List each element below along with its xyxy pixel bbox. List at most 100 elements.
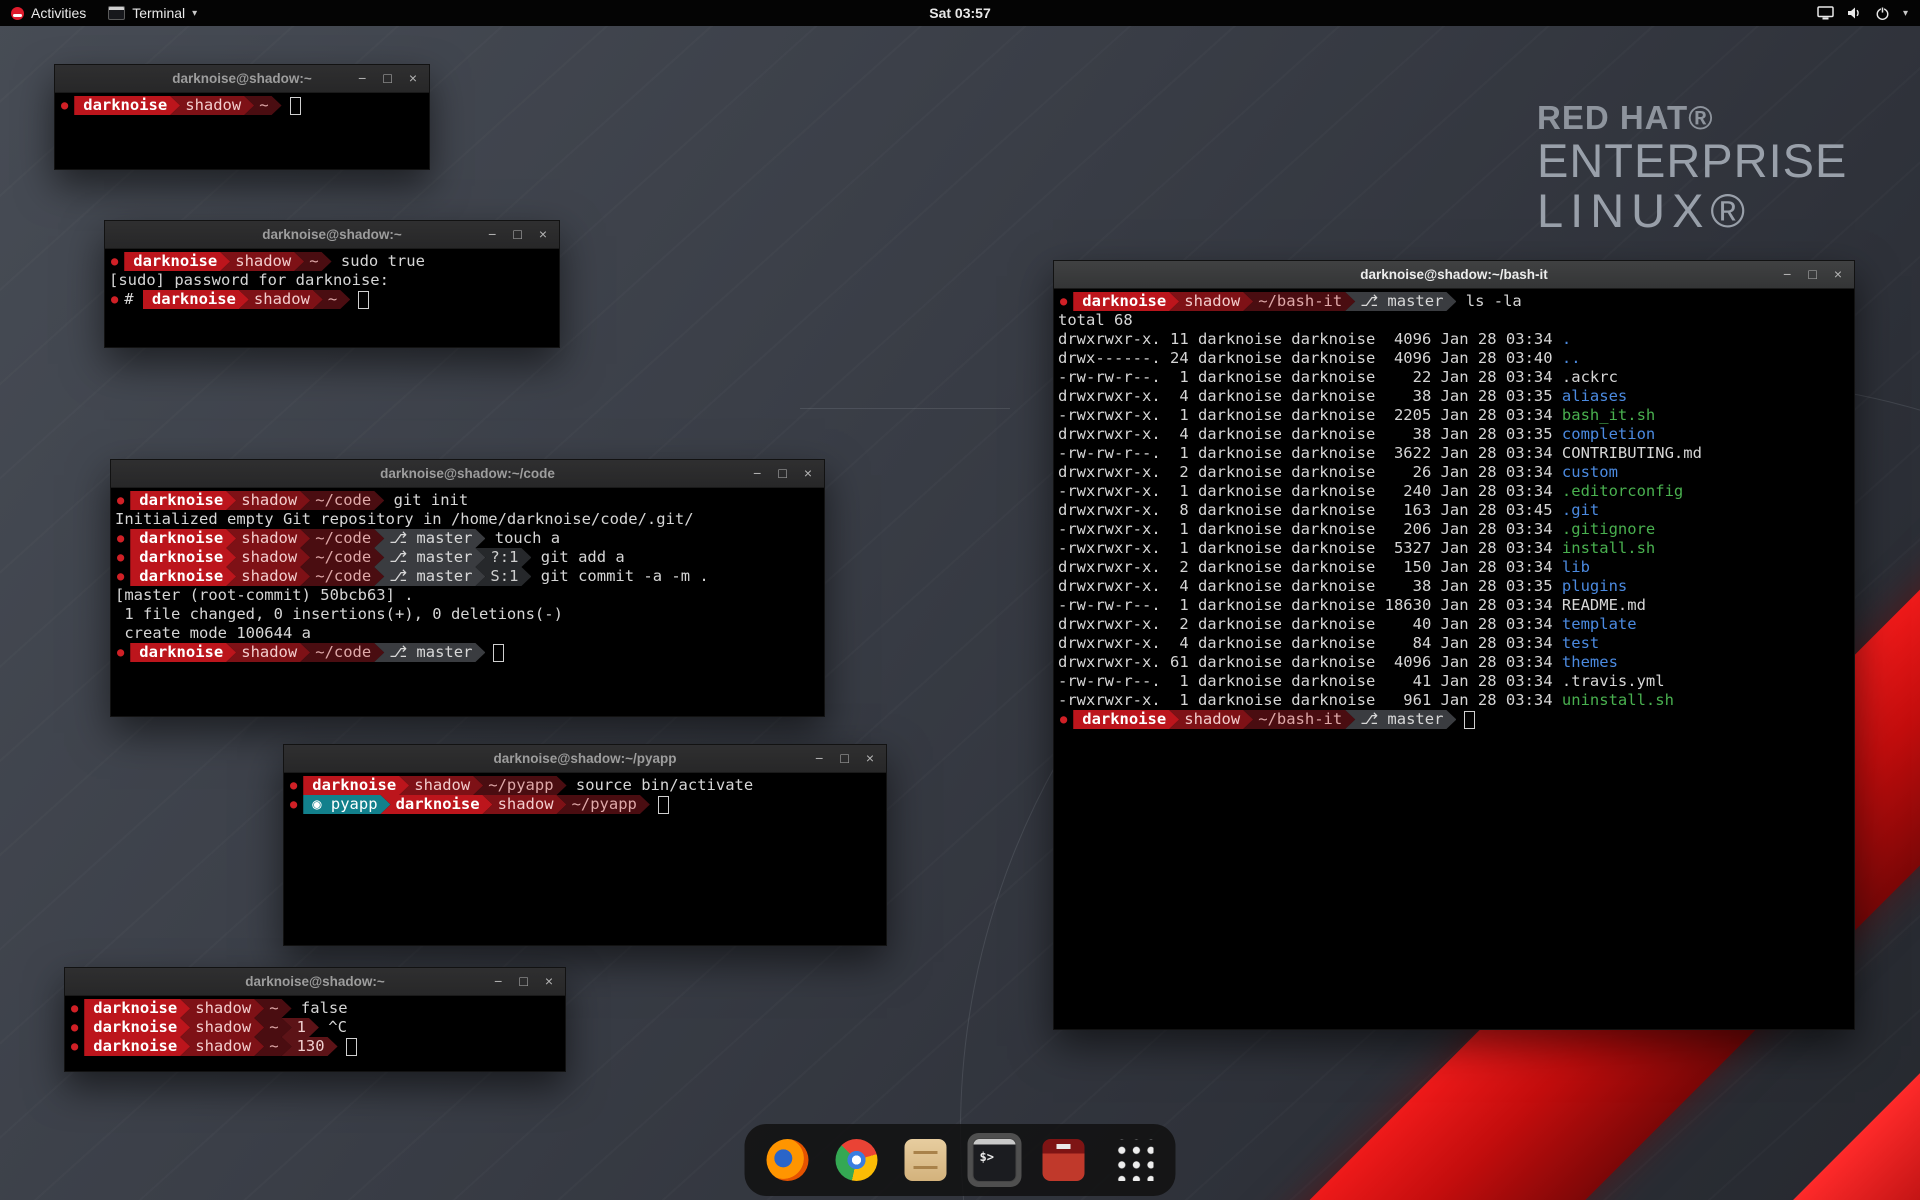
terminal-line: drwxrwxr-x. 4 darknoise darknoise 38 Jan… (1058, 425, 1851, 444)
dock-appgrid[interactable] (1106, 1133, 1160, 1187)
terminal-text: uninstall.sh (1562, 691, 1674, 710)
window-titlebar[interactable]: darknoise@shadow:~ − □ × (55, 65, 429, 93)
dock-files[interactable] (899, 1133, 953, 1187)
close-button[interactable]: × (409, 65, 417, 92)
terminal-text: aliases (1562, 387, 1627, 406)
app-menu-terminal[interactable]: Terminal ▾ (97, 0, 208, 26)
minimize-button[interactable]: − (1783, 261, 1791, 288)
terminal-output[interactable]: ●darknoiseshadow~/bash-it⎇ master ls -la… (1054, 289, 1854, 732)
terminal-window-sudo[interactable]: darknoise@shadow:~ − □ × ●darknoiseshado… (104, 220, 560, 348)
terminal-window-home-1[interactable]: darknoise@shadow:~ − □ × ●darknoiseshado… (54, 64, 430, 170)
terminal-text: git init (384, 491, 468, 510)
volume-icon (1847, 6, 1862, 20)
prompt-segment-git: ⎇ master (374, 529, 485, 548)
minimize-button[interactable]: − (358, 65, 366, 92)
terminal-window-home-2[interactable]: darknoise@shadow:~ − □ × ●darknoiseshado… (64, 967, 566, 1072)
close-button[interactable]: × (1834, 261, 1842, 288)
window-titlebar[interactable]: darknoise@shadow:~ − □ × (105, 221, 559, 249)
distro-prompt-icon: ● (117, 567, 124, 586)
terminal-text: 1 file changed, 0 insertions(+), 0 delet… (115, 605, 563, 624)
cursor-block (658, 796, 669, 814)
dock-firefox[interactable] (761, 1133, 815, 1187)
terminal-window-bash-it[interactable]: darknoise@shadow:~/bash-it − □ × ●darkno… (1053, 260, 1855, 1030)
prompt-segment-user: darknoise (130, 548, 236, 567)
terminal-line: ●darknoiseshadow~/bash-it⎇ master ls -la (1058, 292, 1851, 311)
maximize-button[interactable]: □ (1808, 261, 1816, 288)
prompt-segment-user: darknoise (130, 643, 236, 662)
close-button[interactable]: × (804, 460, 812, 487)
close-button[interactable]: × (866, 745, 874, 772)
dock-toolbox[interactable] (1037, 1133, 1091, 1187)
rhel-logo-redhat: RED HAT® (1537, 100, 1847, 136)
terminal-line: ●darknoiseshadow~ false (69, 999, 562, 1018)
terminal-text: [sudo] password for darknoise: (109, 271, 398, 290)
terminal-window-pyapp[interactable]: darknoise@shadow:~/pyapp − □ × ●darknois… (283, 744, 887, 946)
terminal-text: -rwxrwxr-x. 1 darknoise darknoise 961 Ja… (1058, 691, 1562, 710)
terminal-line: Initialized empty Git repository in /hom… (115, 510, 821, 529)
terminal-text: drwxrwxr-x. 4 darknoise darknoise 84 Jan… (1058, 634, 1562, 653)
activities-button[interactable]: Activities (0, 0, 97, 26)
terminal-line: [master (root-commit) 50bcb63] . (115, 586, 821, 605)
terminal-text: lib (1562, 558, 1590, 577)
terminal-text: drwxrwxr-x. 11 darknoise darknoise 4096 … (1058, 330, 1562, 349)
distro-prompt-icon: ● (117, 529, 124, 548)
terminal-text: # (124, 290, 143, 309)
toolbox-icon (1043, 1139, 1085, 1181)
close-button[interactable]: × (545, 968, 553, 995)
terminal-line: -rw-rw-r--. 1 darknoise darknoise 41 Jan… (1058, 672, 1851, 691)
distro-prompt-icon: ● (71, 1018, 78, 1037)
minimize-button[interactable]: − (488, 221, 496, 248)
prompt-segment-host: shadow (226, 567, 310, 586)
dock-chrome[interactable] (830, 1133, 884, 1187)
window-titlebar[interactable]: darknoise@shadow:~/code − □ × (111, 460, 824, 488)
distro-prompt-icon: ● (1060, 710, 1067, 729)
prompt-segment-host: shadow (220, 252, 304, 271)
terminal-output[interactable]: ●darknoiseshadow~/pyapp source bin/activ… (284, 773, 886, 817)
files-icon (905, 1139, 947, 1181)
terminal-line: -rw-rw-r--. 1 darknoise darknoise 18630 … (1058, 596, 1851, 615)
prompt-segment-path: ~/pyapp (473, 776, 566, 795)
maximize-button[interactable]: □ (840, 745, 848, 772)
terminal-text: bash_it.sh (1562, 406, 1655, 425)
terminal-line: ●darknoiseshadow~/bash-it⎇ master (1058, 710, 1851, 729)
terminal-text: .travis.yml (1562, 672, 1665, 691)
maximize-button[interactable]: □ (383, 65, 391, 92)
terminal-output[interactable]: ●darknoiseshadow~ (55, 93, 429, 118)
terminal-line: drwxrwxr-x. 4 darknoise darknoise 84 Jan… (1058, 634, 1851, 653)
prompt-segment-user: darknoise (124, 252, 230, 271)
window-titlebar[interactable]: darknoise@shadow:~/pyapp − □ × (284, 745, 886, 773)
system-status-area[interactable]: ▾ (1805, 0, 1920, 26)
terminal-output[interactable]: ●darknoiseshadow~ false●darknoiseshadow~… (65, 996, 565, 1059)
terminal-text: source bin/activate (567, 776, 754, 795)
prompt-segment-path: ~/bash-it (1243, 292, 1355, 311)
minimize-button[interactable]: − (753, 460, 761, 487)
clock[interactable]: Sat 03:57 (929, 5, 990, 21)
terminal-text: drwxrwxr-x. 61 darknoise darknoise 4096 … (1058, 653, 1562, 672)
window-titlebar[interactable]: darknoise@shadow:~/bash-it − □ × (1054, 261, 1854, 289)
redhat-icon (11, 7, 24, 20)
prompt-segment-host: shadow (399, 776, 483, 795)
terminal-output[interactable]: ●darknoiseshadow~/code git initInitializ… (111, 488, 824, 665)
close-button[interactable]: × (539, 221, 547, 248)
prompt-segment-host: shadow (483, 795, 567, 814)
prompt-segment-host: shadow (226, 491, 310, 510)
terminal-text: -rw-rw-r--. 1 darknoise darknoise 41 Jan… (1058, 672, 1562, 691)
maximize-button[interactable]: □ (778, 460, 786, 487)
maximize-button[interactable]: □ (519, 968, 527, 995)
minimize-button[interactable]: − (815, 745, 823, 772)
maximize-button[interactable]: □ (513, 221, 521, 248)
terminal-line: ●darknoiseshadow~/code⎇ master (115, 643, 821, 662)
terminal-text: .editorconfig (1562, 482, 1683, 501)
terminal-text: drwxrwxr-x. 8 darknoise darknoise 163 Ja… (1058, 501, 1562, 520)
terminal-line: ●◉ pyappdarknoiseshadow~/pyapp (288, 795, 883, 814)
terminal-output[interactable]: ●darknoiseshadow~ sudo true[sudo] passwo… (105, 249, 559, 312)
terminal-text: themes (1562, 653, 1618, 672)
window-titlebar[interactable]: darknoise@shadow:~ − □ × (65, 968, 565, 996)
cursor-block (1464, 711, 1475, 729)
terminal-line: drwxrwxr-x. 2 darknoise darknoise 40 Jan… (1058, 615, 1851, 634)
dock-terminal[interactable]: $> (968, 1133, 1022, 1187)
prompt-segment-git: ⎇ master (374, 567, 485, 586)
terminal-window-code[interactable]: darknoise@shadow:~/code − □ × ●darknoise… (110, 459, 825, 717)
minimize-button[interactable]: − (494, 968, 502, 995)
prompt-segment-user: darknoise (1073, 292, 1179, 311)
